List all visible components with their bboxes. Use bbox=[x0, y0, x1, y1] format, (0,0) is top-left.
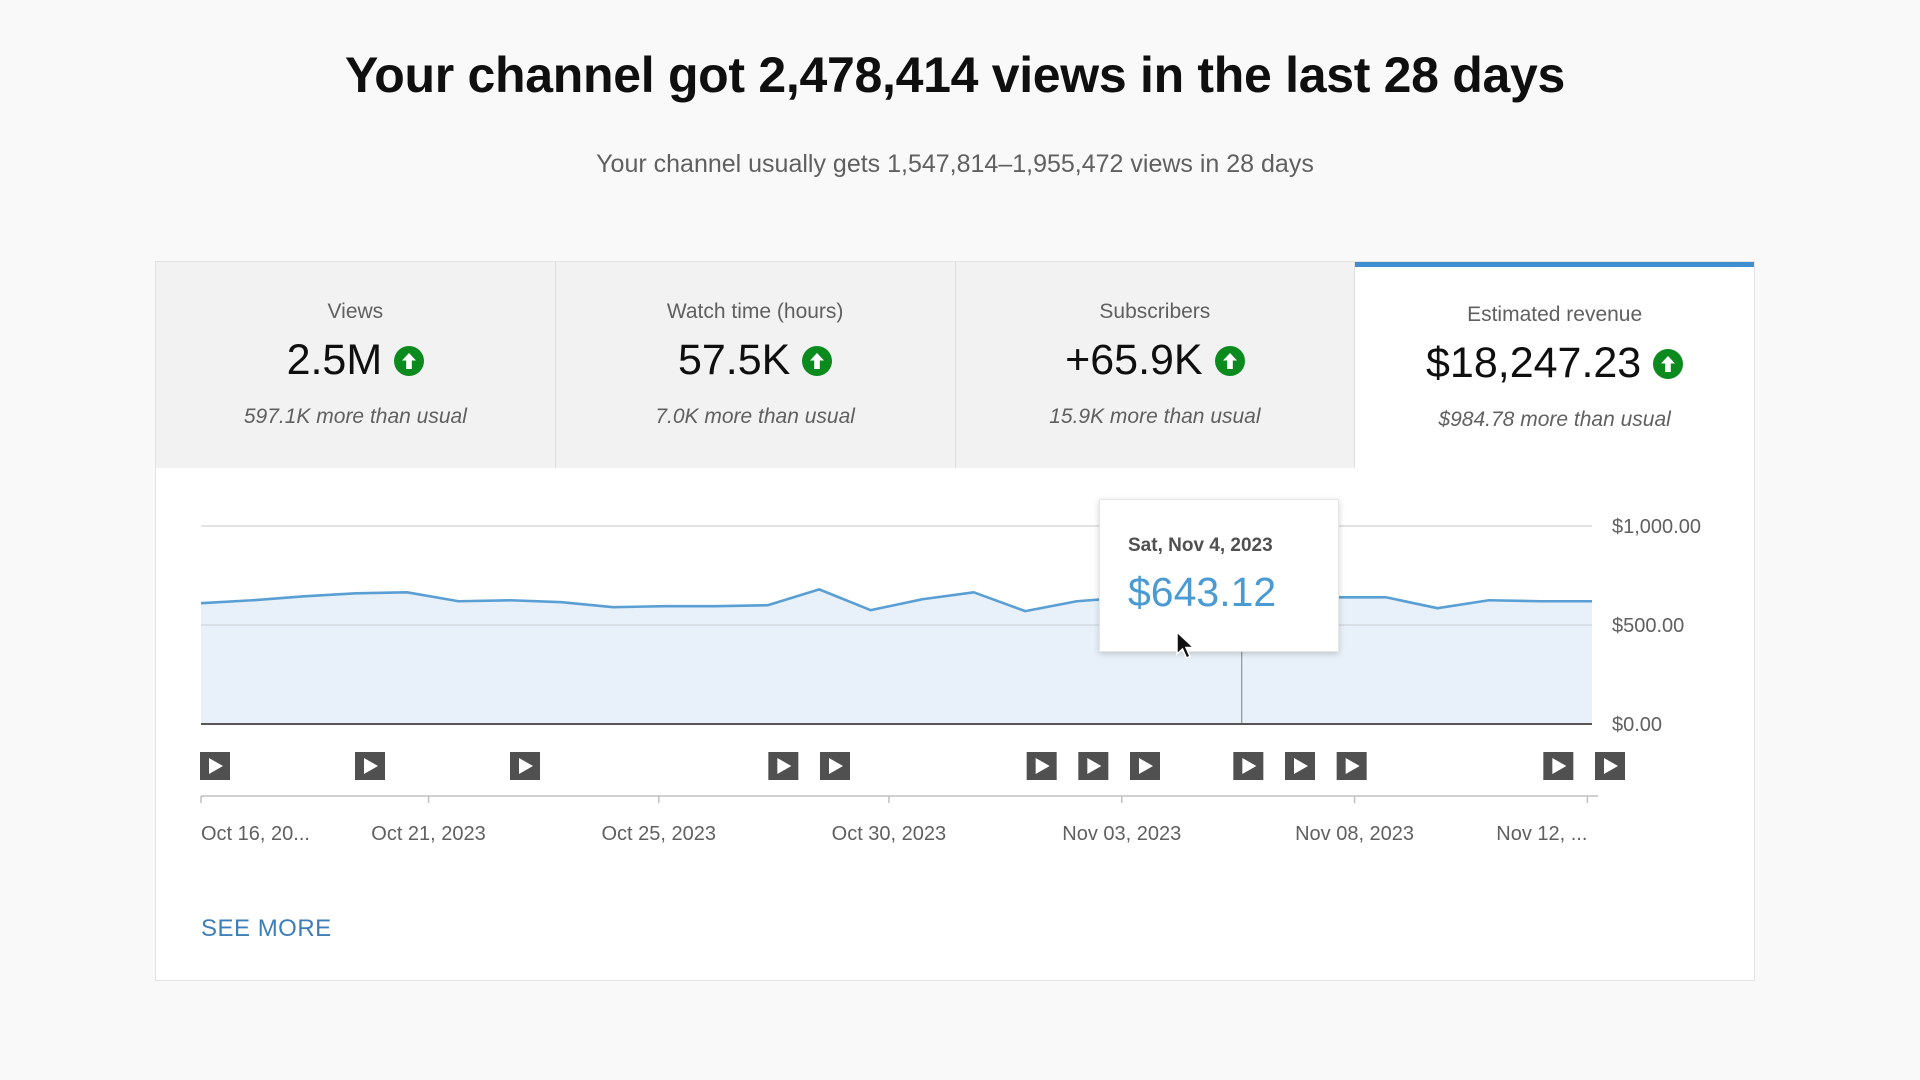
x-tick-label: Oct 21, 2023 bbox=[371, 823, 486, 845]
tab-label: Subscribers bbox=[1099, 300, 1211, 323]
page-subtitle: Your channel usually gets 1,547,814–1,95… bbox=[596, 150, 1314, 178]
tab-label: Estimated revenue bbox=[1467, 303, 1643, 326]
video-marker-icon[interactable] bbox=[510, 752, 540, 780]
tab-note: 7.0K more than usual bbox=[655, 405, 855, 428]
page-title: Your channel got 2,478,414 views in the … bbox=[344, 47, 1566, 103]
video-marker-icon[interactable] bbox=[1130, 752, 1160, 780]
tooltip-date: Sat, Nov 4, 2023 bbox=[1128, 535, 1273, 556]
tab-watch-time[interactable]: Watch time (hours) 57.5K 7.0K more than … bbox=[555, 262, 956, 468]
video-marker-icon[interactable] bbox=[1543, 752, 1574, 780]
arrow-up-circle-icon bbox=[394, 345, 425, 376]
arrow-up-circle-icon bbox=[1653, 348, 1684, 379]
arrow-up-circle-icon bbox=[1214, 345, 1245, 376]
x-tick-label: Nov 12, ... bbox=[1496, 823, 1587, 845]
video-marker-icon[interactable] bbox=[200, 752, 230, 780]
video-marker-icon[interactable] bbox=[820, 752, 850, 780]
tab-note: $984.78 more than usual bbox=[1438, 408, 1671, 431]
x-tick-label: Nov 03, 2023 bbox=[1062, 823, 1181, 845]
mouse-cursor-icon bbox=[1176, 630, 1196, 659]
tab-value: +65.9K bbox=[1065, 336, 1203, 384]
tab-value: 57.5K bbox=[677, 336, 791, 384]
video-marker-icon[interactable] bbox=[1285, 752, 1315, 780]
y-tick-label: $0.00 bbox=[1612, 714, 1662, 736]
x-tick-label: Oct 16, 20... bbox=[201, 823, 310, 845]
tab-value: 2.5M bbox=[286, 336, 383, 384]
tab-estimated-revenue[interactable]: Estimated revenue $18,247.23 $984.78 mor… bbox=[1355, 262, 1754, 468]
revenue-area bbox=[201, 589, 1592, 724]
video-marker-icon[interactable] bbox=[1078, 752, 1109, 780]
tooltip-value: $643.12 bbox=[1128, 569, 1277, 615]
video-marker-icon[interactable] bbox=[355, 752, 385, 780]
video-marker-icon[interactable] bbox=[1336, 752, 1367, 780]
x-tick-label: Oct 30, 2023 bbox=[832, 823, 947, 845]
y-tick-label: $500.00 bbox=[1612, 615, 1684, 637]
overview-card: Views 2.5M 597.1K more than usual Watch … bbox=[155, 261, 1755, 981]
video-marker-icon[interactable] bbox=[1595, 752, 1625, 780]
video-marker-icon[interactable] bbox=[1026, 752, 1057, 780]
see-more-link[interactable]: SEE MORE bbox=[201, 915, 332, 943]
tab-subscribers[interactable]: Subscribers +65.9K 15.9K more than usual bbox=[955, 262, 1356, 468]
arrow-up-circle-icon bbox=[802, 345, 833, 376]
tab-value: $18,247.23 bbox=[1426, 339, 1642, 387]
tab-label: Views bbox=[327, 300, 384, 323]
revenue-chart[interactable]: $0.00 $500.00 $1,000.00 Oct 16, 20... Oct 21… bbox=[156, 468, 1754, 898]
x-tick-label: Oct 25, 2023 bbox=[601, 823, 716, 845]
y-tick-label: $1,000.00 bbox=[1612, 516, 1701, 538]
tab-note: 597.1K more than usual bbox=[243, 405, 467, 428]
chart-tooltip: Sat, Nov 4, 2023 $643.12 bbox=[1099, 499, 1339, 652]
tab-label: Watch time (hours) bbox=[666, 300, 844, 323]
video-marker-icon[interactable] bbox=[768, 752, 799, 780]
metric-tabs: Views 2.5M 597.1K more than usual Watch … bbox=[156, 262, 1754, 468]
tab-note: 15.9K more than usual bbox=[1049, 405, 1261, 428]
video-marker-icon[interactable] bbox=[1233, 752, 1264, 780]
x-tick-label: Nov 08, 2023 bbox=[1295, 823, 1414, 845]
tab-views[interactable]: Views 2.5M 597.1K more than usual bbox=[156, 262, 556, 468]
